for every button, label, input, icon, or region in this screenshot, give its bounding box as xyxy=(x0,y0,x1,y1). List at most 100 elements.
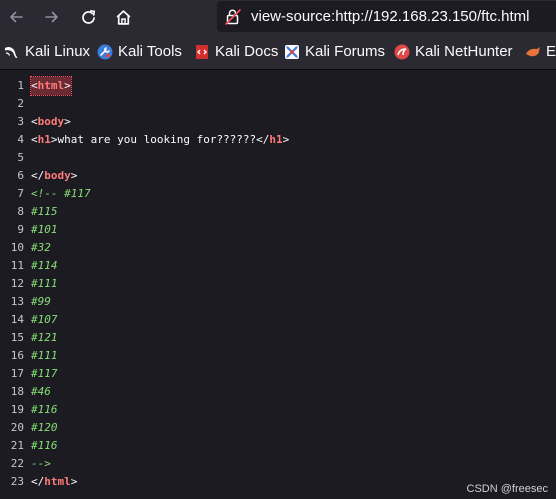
code-text: < xyxy=(31,115,38,128)
line-code: #116 xyxy=(31,437,58,455)
line-number: 8 xyxy=(17,205,24,218)
arrow-left-icon xyxy=(10,11,23,23)
code-text: < xyxy=(31,79,38,92)
reload-button[interactable] xyxy=(75,4,101,30)
bookmark-label: Kali Tools xyxy=(118,43,182,60)
comment-text: #114 xyxy=(31,259,58,272)
line-code: #115 xyxy=(31,203,58,221)
home-icon xyxy=(116,9,130,25)
tag-name: body xyxy=(37,115,65,128)
bookmark-label: Kali Linux xyxy=(25,43,91,60)
comment-text: #107 xyxy=(31,313,58,326)
line-code: #116 xyxy=(31,401,58,419)
line-number: 1 xyxy=(17,79,24,92)
line-number: 16 xyxy=(10,349,24,362)
line-code: #117 xyxy=(31,365,58,383)
bookmark-label: Kali NetHunter xyxy=(415,43,513,60)
line-number: 3 xyxy=(17,115,24,128)
bookmark-kali-linux[interactable]: Kali Linux xyxy=(4,34,90,69)
line-code: </body> xyxy=(31,167,77,185)
bookmark-kali-nethunter[interactable]: Kali NetHunter xyxy=(394,34,513,69)
line-number: 5 xyxy=(17,151,24,164)
line-code: #120 xyxy=(31,419,58,437)
line-number: 12 xyxy=(10,277,24,290)
code-text: > xyxy=(64,115,71,128)
line-code: #46 xyxy=(31,383,51,401)
line-code: #99 xyxy=(31,293,51,311)
line-code: <html> xyxy=(30,76,72,96)
line-number: 15 xyxy=(10,331,24,344)
bookmark-kali-docs[interactable]: Kali Docs xyxy=(194,34,278,69)
bookmarks-toolbar: Kali Linux Kali Tools Kali Docs Kali For… xyxy=(0,34,556,70)
bookmark-label: Ex xyxy=(546,43,556,60)
line-number: 11 xyxy=(10,259,24,272)
comment-text: #111 xyxy=(31,349,58,362)
line-code: #111 xyxy=(31,275,58,293)
kali-docs-icon xyxy=(196,44,208,59)
line-number: 20 xyxy=(10,421,24,434)
line-number: 4 xyxy=(17,133,24,146)
line-code: </html> xyxy=(31,473,77,491)
comment-text: #32 xyxy=(31,241,51,254)
code-text: </ xyxy=(31,169,45,182)
line-number: 13 xyxy=(10,295,24,308)
line-number: 17 xyxy=(10,367,24,380)
line-number: 7 xyxy=(17,187,24,200)
line-number: 10 xyxy=(10,241,24,254)
line-code: #114 xyxy=(31,257,58,275)
nethunter-icon xyxy=(394,44,410,59)
line-number: 14 xyxy=(10,313,24,326)
kali-dragon-icon xyxy=(5,46,18,58)
comment-text: #46 xyxy=(31,385,51,398)
line-number: 6 xyxy=(17,169,24,182)
url-bar[interactable]: view-source:http://192.168.23.150/ftc.ht… xyxy=(217,1,556,32)
bookmark-kali-tools[interactable]: Kali Tools xyxy=(97,34,182,69)
code-text: > xyxy=(70,169,78,182)
line-number: 23 xyxy=(10,475,24,488)
insecure-lock-icon[interactable] xyxy=(224,8,242,26)
bookmark-exploit-db[interactable]: Ex xyxy=(525,34,556,69)
arrow-right-icon xyxy=(45,11,58,23)
back-button[interactable] xyxy=(3,4,29,30)
bookmark-label: Kali Docs xyxy=(215,43,279,60)
line-code: --> xyxy=(31,455,51,473)
line-code: #101 xyxy=(31,221,58,239)
line-code: #111 xyxy=(31,347,58,365)
line-code: #121 xyxy=(31,329,58,347)
tag-name: html xyxy=(44,475,71,488)
line-code: #32 xyxy=(31,239,51,257)
url-text[interactable]: view-source:http://192.168.23.150/ftc.ht… xyxy=(251,8,530,26)
home-button[interactable] xyxy=(110,4,136,30)
bookmark-kali-forums[interactable]: Kali Forums xyxy=(284,34,385,69)
comment-text: <!-- #117 xyxy=(31,187,91,200)
line-code: <!-- #117 xyxy=(31,185,91,203)
navigation-toolbar: view-source:http://192.168.23.150/ftc.ht… xyxy=(0,0,556,34)
line-number: 9 xyxy=(17,223,24,236)
bookmark-label: Kali Forums xyxy=(305,43,386,60)
comment-text: #111 xyxy=(31,277,58,290)
line-code: #107 xyxy=(31,311,58,329)
code-text: >what are you looking for??????</ xyxy=(50,133,270,146)
tag-name: body xyxy=(44,169,71,182)
line-code: <body> xyxy=(31,113,71,131)
comment-text: #117 xyxy=(31,367,58,380)
view-source-content: 1 <html> 2 3 <body> 4 <h1>what are you looking… xyxy=(0,70,556,499)
forward-button[interactable] xyxy=(39,4,65,30)
kali-forums-icon xyxy=(285,44,299,59)
exploit-db-icon xyxy=(526,46,540,56)
line-number: 22 xyxy=(10,457,24,470)
watermark: CSDN @freesec xyxy=(466,483,548,495)
line-number: 19 xyxy=(10,403,24,416)
line-number: 2 xyxy=(17,97,24,110)
comment-text: #116 xyxy=(31,439,58,452)
tag-name: h1 xyxy=(269,133,283,146)
tag-name: h1 xyxy=(37,133,51,146)
line-number: 21 xyxy=(10,439,24,452)
code-text: > xyxy=(70,475,78,488)
comment-text: #99 xyxy=(31,295,51,308)
kali-tools-icon xyxy=(97,44,113,59)
comment-text: #101 xyxy=(31,223,58,236)
line-number: 18 xyxy=(10,385,24,398)
browser-window: view-source:http://192.168.23.150/ftc.ht… xyxy=(0,0,556,499)
comment-text: #121 xyxy=(31,331,58,344)
